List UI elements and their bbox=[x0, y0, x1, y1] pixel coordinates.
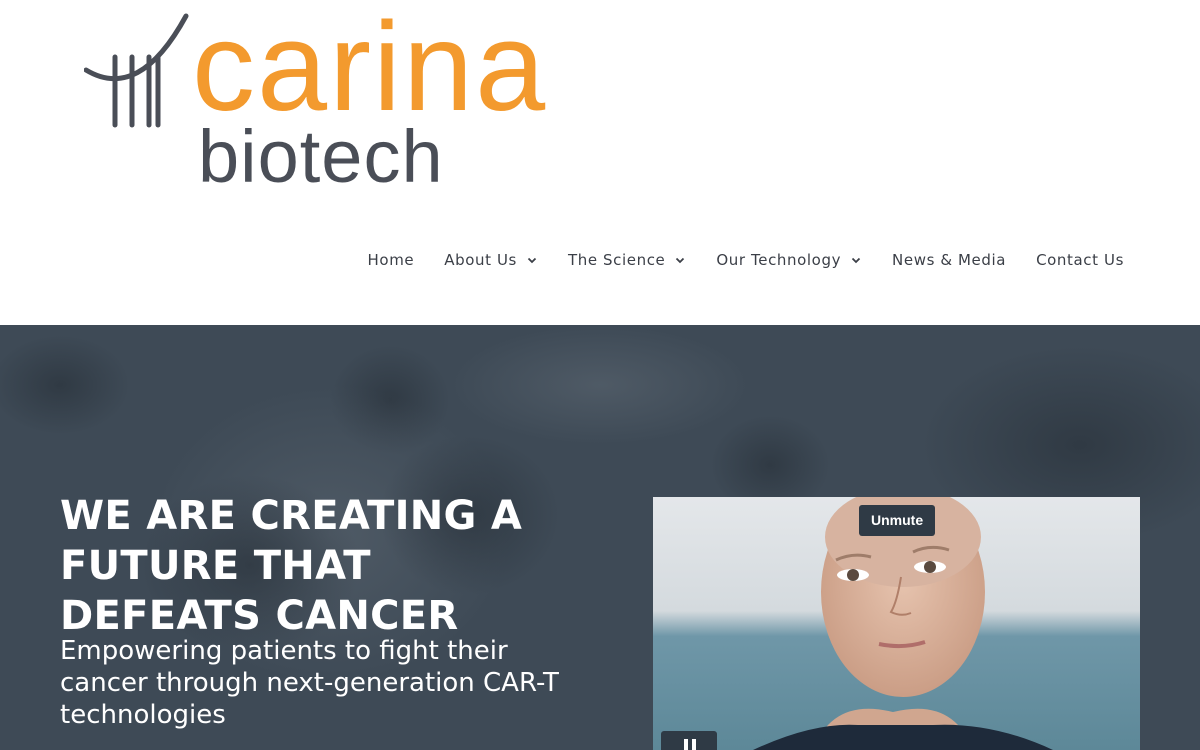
main-navigation: Home About Us The Science Our Technology… bbox=[368, 251, 1124, 269]
chevron-down-icon bbox=[676, 257, 685, 264]
pause-icon bbox=[692, 739, 696, 750]
hero-title: WE ARE CREATING A FUTURE THAT DEFEATS CA… bbox=[60, 493, 523, 639]
logo-text-biotech: biotech bbox=[198, 115, 444, 198]
nav-item-contact-us[interactable]: Contact Us bbox=[1036, 251, 1124, 269]
site-header: carina biotech Home About Us The Science… bbox=[0, 0, 1200, 325]
logo-mark-icon bbox=[84, 13, 189, 128]
hero-subtitle: Empowering patients to fight their cance… bbox=[60, 636, 559, 730]
pause-icon bbox=[684, 739, 688, 750]
nav-item-news-media[interactable]: News & Media bbox=[892, 251, 1006, 269]
nav-item-label: Our Technology bbox=[716, 251, 842, 269]
nav-item-about-us[interactable]: About Us bbox=[444, 251, 538, 269]
logo-text-carina: carina bbox=[192, 0, 548, 137]
nav-item-label: The Science bbox=[567, 251, 666, 269]
nav-item-home[interactable]: Home bbox=[368, 251, 415, 269]
chevron-down-icon bbox=[527, 257, 537, 264]
nav-item-label: Contact Us bbox=[1036, 251, 1124, 269]
nav-item-label: News & Media bbox=[892, 251, 1007, 269]
nav-item-label: About Us bbox=[444, 251, 517, 269]
unmute-button[interactable]: Unmute bbox=[859, 505, 936, 536]
nav-item-label: Home bbox=[367, 251, 415, 269]
nav-item-our-technology[interactable]: Our Technology bbox=[716, 251, 862, 269]
hero-video-player[interactable]: Unmute bbox=[653, 497, 1140, 750]
chevron-down-icon bbox=[851, 257, 861, 264]
pause-button[interactable] bbox=[661, 731, 717, 750]
hero-section: WE ARE CREATING A FUTURE THAT DEFEATS CA… bbox=[0, 325, 1200, 750]
nav-item-the-science[interactable]: The Science bbox=[568, 251, 686, 269]
carina-biotech-logo[interactable]: carina biotech bbox=[84, 4, 584, 198]
